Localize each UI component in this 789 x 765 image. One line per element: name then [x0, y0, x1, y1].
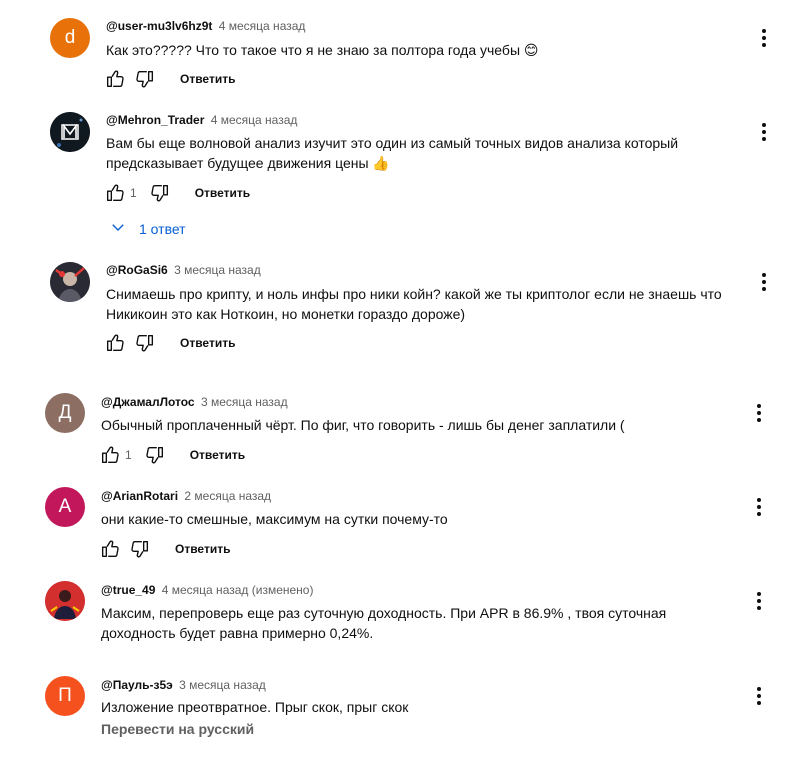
comment-author[interactable]: @true_49	[101, 583, 155, 597]
more-vert-icon	[747, 401, 771, 425]
avatar-letter: A	[58, 496, 72, 517]
like-icon[interactable]	[99, 444, 121, 466]
more-options-button[interactable]	[747, 495, 771, 519]
more-vert-icon	[752, 270, 776, 294]
like-icon[interactable]	[104, 182, 126, 204]
comment-text: Как это????? Что то такое что я не знаю …	[106, 42, 539, 58]
comment-text: Вам бы еще волновой анализ изучит это од…	[106, 135, 679, 171]
more-options-button[interactable]	[747, 589, 771, 613]
reply-button[interactable]: Ответить	[195, 186, 250, 200]
dislike-icon[interactable]	[149, 182, 171, 204]
like-count: 1	[125, 448, 132, 462]
comment-author[interactable]: @ArianRotari	[101, 489, 178, 503]
dislike-icon[interactable]	[144, 444, 166, 466]
comment-text: Максим, перепроверь еще раз суточную дох…	[101, 605, 667, 641]
more-vert-icon	[747, 495, 771, 519]
show-replies-button[interactable]: 1 ответ	[109, 218, 186, 239]
like-icon[interactable]	[104, 332, 126, 354]
comment-time[interactable]: 2 месяца назад	[184, 489, 271, 503]
comment-author[interactable]: @user-mu3lv6hz9t	[106, 19, 212, 33]
more-options-button[interactable]	[752, 120, 776, 144]
comment-author[interactable]: @Пауль-з5э	[101, 678, 173, 692]
comment-time[interactable]: 4 месяца назад (изменено)	[162, 583, 314, 597]
dislike-icon[interactable]	[134, 68, 156, 90]
more-options-button[interactable]	[747, 401, 771, 425]
more-vert-icon	[752, 26, 776, 50]
comment-text: Изложение преотвратное. Прыг скок, прыг …	[101, 699, 409, 715]
like-count: 1	[130, 186, 137, 200]
comment-author[interactable]: @Mehron_Trader	[106, 113, 204, 127]
like-icon[interactable]	[104, 68, 126, 90]
more-vert-icon	[747, 684, 771, 708]
more-options-button[interactable]	[752, 270, 776, 294]
reply-button[interactable]: Ответить	[175, 542, 230, 556]
comment-text: Снимаешь про крипту, и ноль инфы про ник…	[106, 286, 722, 322]
comment-author[interactable]: @RoGaSi6	[106, 263, 168, 277]
avatar[interactable]	[45, 581, 85, 621]
replies-count-label: 1 ответ	[139, 220, 186, 237]
avatar[interactable]: П	[45, 676, 85, 716]
reply-button[interactable]: Ответить	[180, 72, 235, 86]
avatar[interactable]: A	[45, 487, 85, 527]
avatar-letter: d	[64, 27, 76, 48]
avatar-letter: Д	[58, 402, 72, 423]
comment-time[interactable]: 4 месяца назад	[219, 19, 306, 33]
comment-text: они какие-то смешные, максимум на сутки …	[101, 511, 448, 527]
avatar-logo-icon	[50, 112, 90, 152]
avatar[interactable]	[50, 262, 90, 302]
comment-author[interactable]: @ДжамалЛотос	[101, 395, 195, 409]
comment-time[interactable]: 3 месяца назад	[201, 395, 288, 409]
comment-time[interactable]: 3 месяца назад	[179, 678, 266, 692]
chevron-down-icon	[109, 218, 139, 239]
avatar-image-icon	[45, 581, 85, 621]
avatar[interactable]: Д	[45, 393, 85, 433]
comment-time[interactable]: 3 месяца назад	[174, 263, 261, 277]
more-options-button[interactable]	[752, 26, 776, 50]
avatar[interactable]: d	[50, 18, 90, 58]
reply-button[interactable]: Ответить	[190, 448, 245, 462]
comment-text: Обычный проплаченный чёрт. По фиг, что г…	[101, 417, 625, 433]
translate-button[interactable]: Перевести на русский	[101, 721, 254, 737]
more-vert-icon	[752, 120, 776, 144]
avatar-letter: П	[58, 685, 72, 706]
like-icon[interactable]	[99, 538, 121, 560]
comment-time[interactable]: 4 месяца назад	[211, 113, 298, 127]
more-options-button[interactable]	[747, 684, 771, 708]
avatar-image-icon	[50, 262, 90, 302]
more-vert-icon	[747, 589, 771, 613]
dislike-icon[interactable]	[134, 332, 156, 354]
avatar[interactable]	[50, 112, 90, 152]
reply-button[interactable]: Ответить	[180, 336, 235, 350]
dislike-icon[interactable]	[129, 538, 151, 560]
